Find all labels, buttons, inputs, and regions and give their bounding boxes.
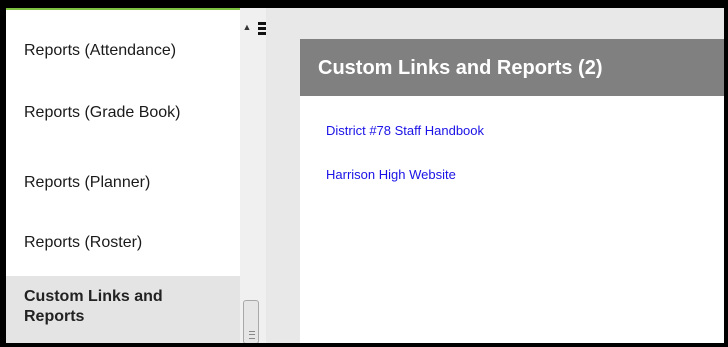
sidebar-nav: Reports (Attendance) Reports (Grade Book… bbox=[6, 8, 240, 343]
sidebar-scrollbar[interactable] bbox=[240, 8, 266, 343]
sidebar-item-reports-grade-book[interactable]: Reports (Grade Book) bbox=[6, 104, 240, 122]
custom-links-panel: Custom Links and Reports (2) District #7… bbox=[300, 39, 724, 343]
sidebar-item-label: Reports (Roster) bbox=[24, 234, 143, 251]
link-harrison-high-website[interactable]: Harrison High Website bbox=[326, 167, 456, 182]
panel-title: Custom Links and Reports (2) bbox=[300, 39, 724, 96]
sidebar-item-label: Custom Links and Reports bbox=[24, 288, 163, 325]
scroll-up-arrow-icon[interactable]: ▲ bbox=[240, 22, 254, 32]
sidebar-item-reports-planner[interactable]: Reports (Planner) bbox=[6, 174, 240, 192]
app-area: Reports (Attendance) Reports (Grade Book… bbox=[6, 8, 724, 343]
sidebar-item-custom-links-and-reports[interactable]: Custom Links and Reports bbox=[6, 276, 240, 343]
sidebar-item-label: Reports (Planner) bbox=[24, 174, 151, 191]
grip-icon bbox=[249, 331, 255, 339]
sidebar-top-border bbox=[6, 8, 240, 10]
sidebar-item-label: Reports (Attendance) bbox=[24, 42, 177, 59]
scrollbar-thumb[interactable] bbox=[243, 300, 259, 343]
sidebar-item-label: Reports (Grade Book) bbox=[24, 104, 181, 121]
link-staff-handbook[interactable]: District #78 Staff Handbook bbox=[326, 123, 484, 138]
window-frame: Reports (Attendance) Reports (Grade Book… bbox=[0, 0, 728, 347]
sidebar-item-reports-attendance[interactable]: Reports (Attendance) bbox=[6, 42, 240, 60]
sidebar-item-reports-roster[interactable]: Reports (Roster) bbox=[6, 234, 240, 252]
